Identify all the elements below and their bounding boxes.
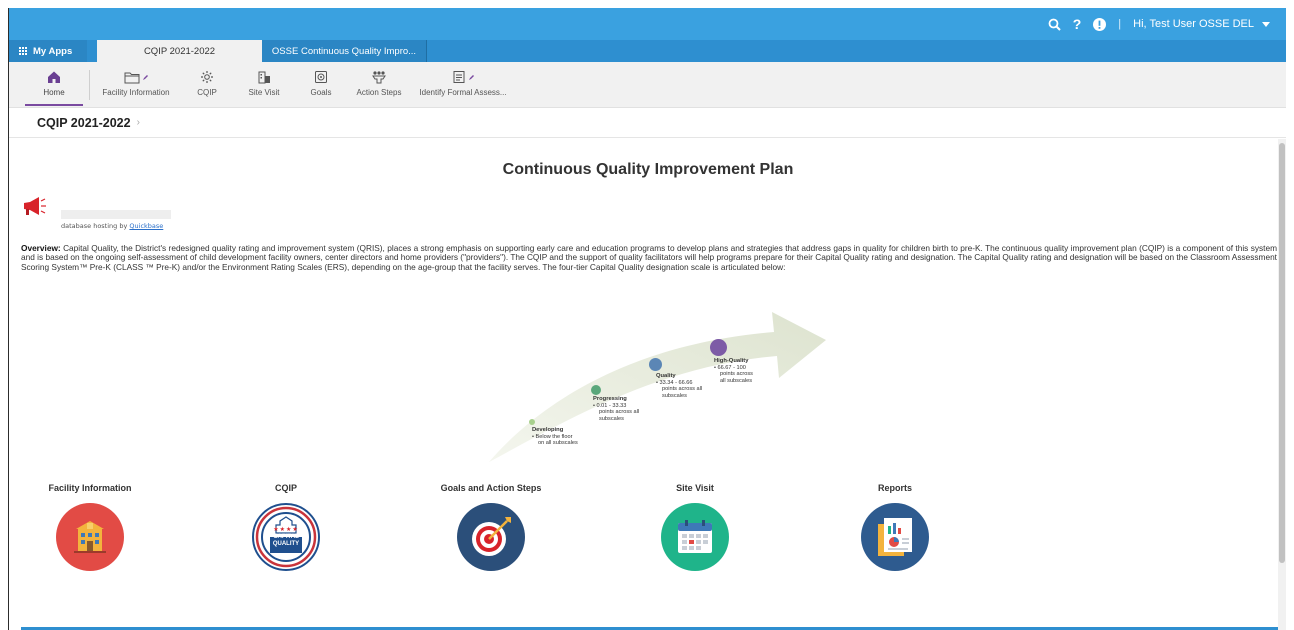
form-icon <box>452 66 475 88</box>
toolbar-goals[interactable]: Goals <box>305 66 337 106</box>
toolbar-identify-formal-assessment[interactable]: Identify Formal Assess... <box>413 66 513 106</box>
toolbar-home[interactable]: Home <box>25 66 83 106</box>
user-menu[interactable]: Hi, Test User OSSE DEL <box>1133 18 1270 30</box>
tier-quality-dot <box>649 358 662 371</box>
building-visit-icon <box>257 66 271 88</box>
global-top-bar: ? | Hi, Test User OSSE DEL <box>9 8 1286 40</box>
nav-label: CQIP <box>274 483 297 493</box>
tier-high-quality-dot <box>710 339 727 356</box>
nav-cqip[interactable]: CQIP ★★★★ CAPITAL QUALITY <box>216 483 356 571</box>
toolbar-label: CQIP <box>197 88 217 97</box>
tab-cqip-2021-2022[interactable]: CQIP 2021-2022 <box>97 40 262 62</box>
folder-icon <box>124 66 149 88</box>
toolbar-label: Identify Formal Assess... <box>419 88 507 97</box>
hosting-credit: database hosting by Quickbase <box>61 222 163 230</box>
my-apps-tab[interactable]: My Apps <box>9 40 87 62</box>
people-icon <box>371 66 387 88</box>
toolbar-cqip[interactable]: CQIP <box>187 66 227 106</box>
tab-osse-cqi[interactable]: OSSE Continuous Quality Impro... <box>262 40 427 62</box>
overview-text: Overview: Capital Quality, the District'… <box>21 243 1277 272</box>
hosting-banner <box>61 210 171 219</box>
hosting-prefix: database hosting by <box>61 222 128 230</box>
capital-quality-seal-icon[interactable]: ★★★★ CAPITAL QUALITY <box>252 503 320 571</box>
apps-grid-icon <box>19 47 27 55</box>
tier-quality-label: Quality • 33.34 - 66.66 points across al… <box>656 373 703 399</box>
global-actions: ? | Hi, Test User OSSE DEL <box>1048 8 1270 40</box>
nav-label: Facility Information <box>48 483 132 493</box>
separator: | <box>1118 18 1122 30</box>
nav-label: Reports <box>877 483 912 493</box>
chevron-down-icon <box>1262 21 1270 27</box>
gear-icon <box>200 66 214 88</box>
breadcrumb-title[interactable]: CQIP 2021-2022 <box>37 116 131 130</box>
page-toolbar: Home Facility Information CQIP Site Visi… <box>9 62 1286 108</box>
home-content: Continuous Quality Improvement Plan data… <box>9 139 1286 630</box>
tier-progressing-label: Progressing • 0.01 - 33.33 points across… <box>593 396 640 422</box>
nav-reports[interactable]: Reports <box>825 483 965 571</box>
tier-developing-label: Developing • Below the floor on all subs… <box>532 427 578 447</box>
nav-site-visit[interactable]: Site Visit <box>625 483 765 571</box>
quickbase-link[interactable]: Quickbase <box>129 222 163 230</box>
toolbar-label: Goals <box>310 88 332 97</box>
toolbar-action-steps[interactable]: Action Steps <box>353 66 405 106</box>
app-frame: ? | Hi, Test User OSSE DEL My Apps CQIP … <box>8 8 1286 630</box>
search-icon[interactable] <box>1048 18 1061 31</box>
nav-label: Goals and Action Steps <box>440 483 542 493</box>
chevron-right-icon: › <box>136 117 140 128</box>
tier-high-quality-label: High-Quality • 66.67 - 100 points across… <box>714 358 753 384</box>
toolbar-label: Facility Information <box>102 88 170 97</box>
goals-icon <box>314 66 328 88</box>
building-icon[interactable] <box>56 503 124 571</box>
toolbar-label: Action Steps <box>356 88 402 97</box>
nav-facility-information[interactable]: Facility Information <box>20 483 160 571</box>
scrollbar-thumb[interactable] <box>1279 143 1285 563</box>
alert-icon[interactable] <box>1093 17 1107 31</box>
tier-developing-dot <box>529 419 535 425</box>
page-scrollbar[interactable] <box>1278 139 1286 630</box>
target-icon[interactable] <box>457 503 525 571</box>
page-title: Continuous Quality Improvement Plan <box>502 161 794 178</box>
edit-pencil-icon <box>142 74 148 80</box>
reports-icon[interactable] <box>861 503 929 571</box>
nav-label: Site Visit <box>676 483 714 493</box>
edit-pencil-icon <box>468 74 474 80</box>
nav-goals-and-action-steps[interactable]: Goals and Action Steps <box>421 483 561 571</box>
toolbar-site-visit[interactable]: Site Visit <box>241 66 287 106</box>
user-greeting: Hi, Test User OSSE DEL <box>1133 18 1254 30</box>
calendar-icon[interactable] <box>661 503 729 571</box>
breadcrumb: CQIP 2021-2022 › <box>9 108 1286 138</box>
tier-progressing-dot <box>591 385 601 395</box>
megaphone-icon <box>21 193 47 224</box>
my-apps-label: My Apps <box>33 45 73 57</box>
toolbar-label: Site Visit <box>248 88 280 97</box>
app-tab-bar: My Apps CQIP 2021-2022 OSSE Continuous Q… <box>9 40 1286 62</box>
toolbar-label: Home <box>43 88 65 97</box>
home-icon <box>47 66 61 88</box>
help-icon[interactable]: ? <box>1073 16 1082 32</box>
overview-body: Capital Quality, the District's redesign… <box>21 243 1277 272</box>
toolbar-facility-information[interactable]: Facility Information <box>97 66 175 106</box>
toolbar-divider <box>89 70 90 100</box>
quality-tier-infographic: Developing • Below the floor on all subs… <box>479 304 829 464</box>
